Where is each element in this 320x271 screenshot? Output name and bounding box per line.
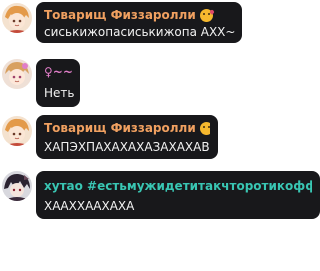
smiling-face-with-heart-icon [199, 121, 210, 135]
author-name[interactable]: Товарищ Физзаролли [44, 7, 234, 23]
anime-avatar-icon [2, 59, 32, 89]
anime-avatar-icon [2, 3, 32, 33]
message-text: ХААХХААХАХА [44, 199, 135, 213]
author-name[interactable]: хутао #естьмужидетитакчторотикофф#... [44, 178, 312, 194]
anime-avatar-icon [2, 171, 32, 201]
message-text: сиськижопасиськижопа АХХ~ [44, 25, 236, 39]
smiling-face-with-heart-icon [199, 8, 213, 22]
author-label[interactable]: Товарищ Физзаролли [44, 120, 196, 136]
message-bubble: хутао #естьмужидетитакчторотикофф#... ХА… [36, 171, 320, 219]
avatar[interactable] [2, 116, 32, 146]
message-bubble: Товарищ Физзаролли сиськижопасиськижопа … [36, 2, 242, 43]
author-label[interactable]: ♀~~♀ [44, 64, 72, 80]
avatar[interactable] [2, 3, 32, 33]
message-text: ХАПЭХПАХАХАХАЗАХАХАВ [44, 140, 210, 154]
author-name[interactable]: Товарищ Физзаролли [44, 120, 210, 136]
message-bubble: Товарищ Физзаролли ХАПЭХПАХАХАХАЗАХАХАВ [36, 115, 218, 159]
message-bubble: ♀~~♀ Неть [36, 59, 80, 107]
avatar[interactable] [2, 59, 32, 89]
message-text: Неть [44, 86, 75, 100]
author-label[interactable]: Товарищ Физзаролли [44, 7, 196, 23]
author-label[interactable]: хутао #естьмужидетитакчторотикофф#... [44, 178, 312, 194]
anime-avatar-icon [2, 116, 32, 146]
author-name[interactable]: ♀~~♀ [44, 64, 72, 80]
avatar[interactable] [2, 171, 32, 201]
